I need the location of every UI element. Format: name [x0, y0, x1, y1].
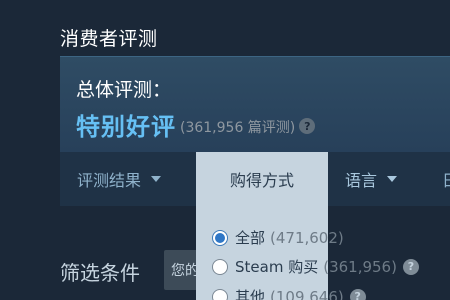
purchase-option-all[interactable]: 全部 (471,602) — [212, 227, 344, 248]
option-label: 全部 — [235, 229, 266, 247]
overall-rating: 特别好评 — [76, 113, 176, 141]
filter-input[interactable]: 您的 — [164, 250, 196, 290]
overall-reviews-label: 总体评测： — [76, 79, 172, 101]
tab-language[interactable]: 语言 — [345, 152, 398, 206]
option-count: (471,602) — [270, 228, 344, 247]
option-label: Steam 购买 — [235, 258, 319, 276]
help-icon[interactable]: ? — [402, 258, 419, 275]
option-count: (109,646) — [270, 287, 344, 300]
review-filter-tabs: 评测结果 购得方式 语言 日 — [60, 152, 450, 206]
radio-icon[interactable] — [212, 258, 228, 275]
tab-date-range-label: 日 — [442, 167, 450, 191]
chevron-down-icon — [387, 176, 398, 182]
reviews-section-title: 消费者评测 — [60, 28, 158, 50]
tab-language-label: 语言 — [345, 171, 378, 190]
filter-input-text: 您的 — [171, 263, 196, 279]
chevron-down-icon — [151, 176, 162, 182]
purchase-option-other[interactable]: 其他 (109,646) ? — [212, 286, 366, 300]
help-icon[interactable]: ? — [299, 118, 316, 134]
overall-review-count: (361,956 篇评测) — [180, 119, 296, 136]
radio-selected-icon[interactable] — [212, 229, 228, 246]
help-icon[interactable]: ? — [349, 288, 366, 300]
option-count: (361,956) — [323, 257, 397, 276]
option-label: 其他 — [235, 288, 266, 300]
filter-label: 筛选条件 — [60, 261, 140, 285]
tab-purchase-type-label: 购得方式 — [229, 171, 294, 190]
review-summary-box: 总体评测： 特别好评 (361,956 篇评测) ? — [60, 56, 450, 152]
tab-review-results-label: 评测结果 — [77, 171, 142, 190]
tab-date-range[interactable]: 日 — [442, 152, 450, 206]
radio-icon[interactable] — [212, 288, 228, 300]
purchase-option-steam[interactable]: Steam 购买 (361,956) ? — [212, 256, 419, 277]
tab-review-results[interactable]: 评测结果 — [77, 152, 162, 206]
overall-rating-line: 特别好评 (361,956 篇评测) ? — [76, 107, 316, 142]
tab-purchase-type[interactable]: 购得方式 — [196, 152, 328, 206]
